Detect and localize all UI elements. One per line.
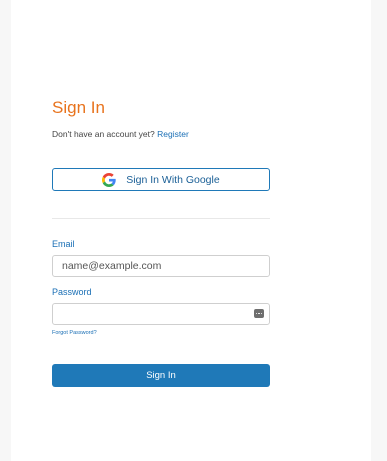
dot-icon [258, 312, 260, 315]
page-title: Sign In [52, 98, 105, 117]
dot-icon [260, 312, 263, 315]
password-manager-icon[interactable] [254, 309, 264, 318]
sign-in-card: Sign In Don't have an account yet? Regis… [11, 0, 371, 461]
sign-in-button[interactable]: Sign In [52, 364, 270, 387]
email-label: Email [52, 239, 75, 249]
register-line: Don't have an account yet? Register [52, 129, 189, 139]
dot-icon [255, 312, 258, 315]
email-field[interactable] [52, 255, 270, 277]
divider [52, 218, 270, 219]
google-sign-in-button[interactable]: Sign In With Google [52, 168, 270, 191]
register-link[interactable]: Register [157, 129, 189, 139]
password-field[interactable] [52, 303, 270, 325]
password-label: Password [52, 287, 92, 297]
register-prompt: Don't have an account yet? [52, 129, 155, 139]
google-sign-in-label: Sign In With Google [126, 173, 220, 186]
google-g-icon [102, 172, 116, 187]
forgot-password-link[interactable]: Forgot Password? [52, 330, 97, 336]
